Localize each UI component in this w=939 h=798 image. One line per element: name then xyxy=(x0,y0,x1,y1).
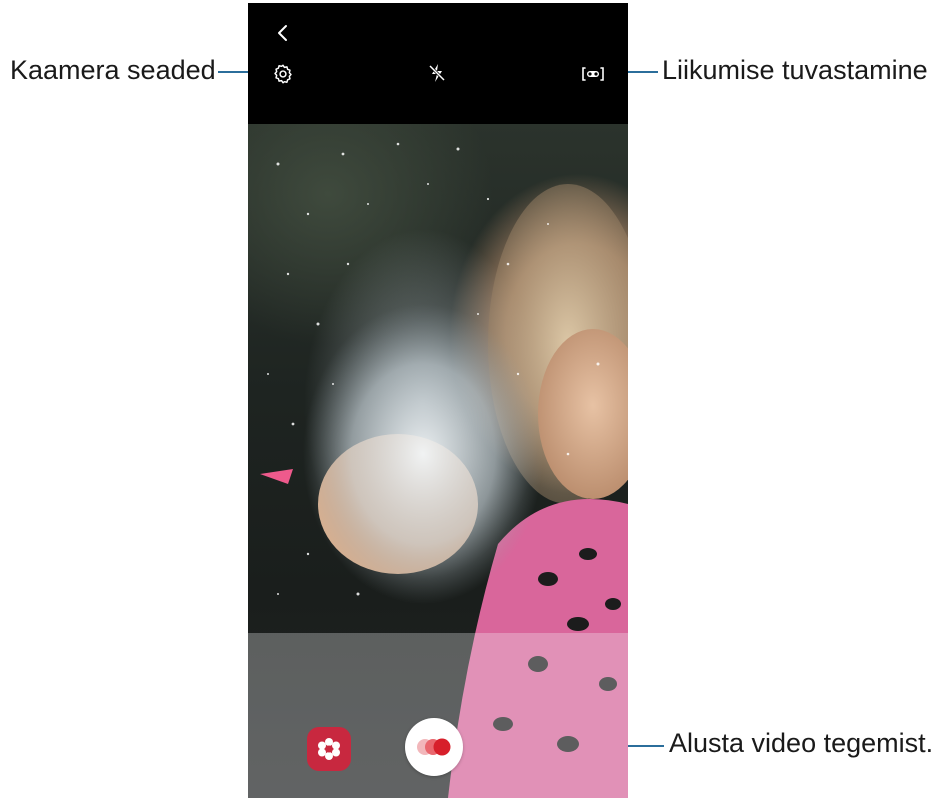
camera-settings-callout: Kaamera seaded xyxy=(10,55,216,85)
chevron-left-icon xyxy=(278,25,287,41)
settings-button[interactable] xyxy=(269,60,297,88)
flash-off-icon xyxy=(428,64,446,82)
motion-detection-button[interactable] xyxy=(578,61,608,87)
phone-screen xyxy=(248,3,628,798)
super-slow-record-icon xyxy=(417,738,451,756)
gear-icon xyxy=(274,64,292,84)
motion-detection-icon xyxy=(582,67,604,81)
start-recording-callout: Alusta video tegemist. xyxy=(669,728,934,758)
camera-top-bar xyxy=(248,3,628,124)
effects-button[interactable] xyxy=(307,727,351,771)
flower-icon xyxy=(318,738,340,760)
flash-button[interactable] xyxy=(423,59,451,87)
back-button[interactable] xyxy=(270,20,296,46)
record-button[interactable] xyxy=(405,718,463,776)
motion-detection-callout: Liikumise tuvastamine xyxy=(662,55,928,85)
